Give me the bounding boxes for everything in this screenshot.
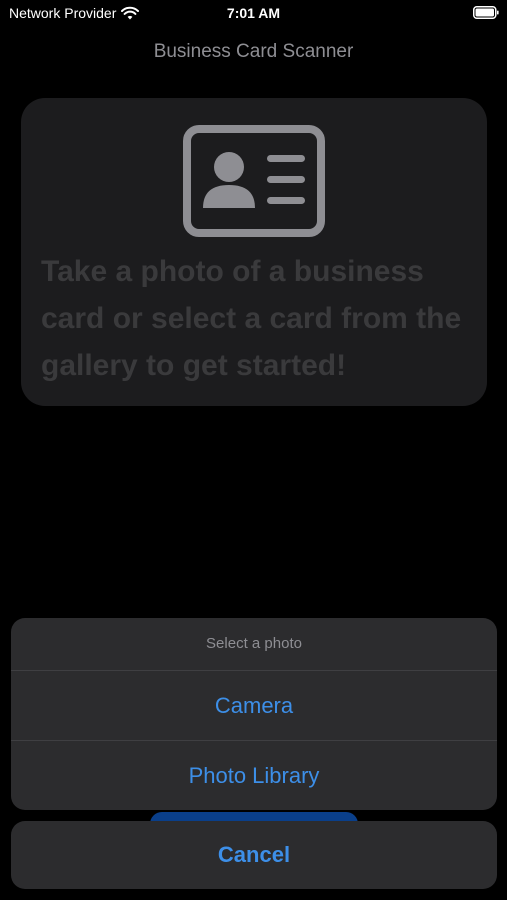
- nav-title: Business Card Scanner: [153, 41, 354, 62]
- status-bar: Network Provider 7:01 AM: [0, 0, 507, 28]
- camera-option-button[interactable]: Camera: [11, 671, 497, 741]
- id-card-icon: [183, 125, 325, 237]
- action-sheet-title: Select a photo: [11, 618, 497, 671]
- empty-state-card: Take a photo of a business card or selec…: [21, 98, 487, 406]
- battery-icon: [473, 6, 499, 19]
- status-time: 7:01 AM: [226, 5, 281, 21]
- empty-state-message: Take a photo of a business card or selec…: [41, 255, 462, 382]
- photo-library-option-button[interactable]: Photo Library: [11, 741, 497, 810]
- action-sheet: Select a photo Camera Photo Library: [11, 618, 497, 810]
- cancel-button[interactable]: Cancel: [11, 821, 497, 889]
